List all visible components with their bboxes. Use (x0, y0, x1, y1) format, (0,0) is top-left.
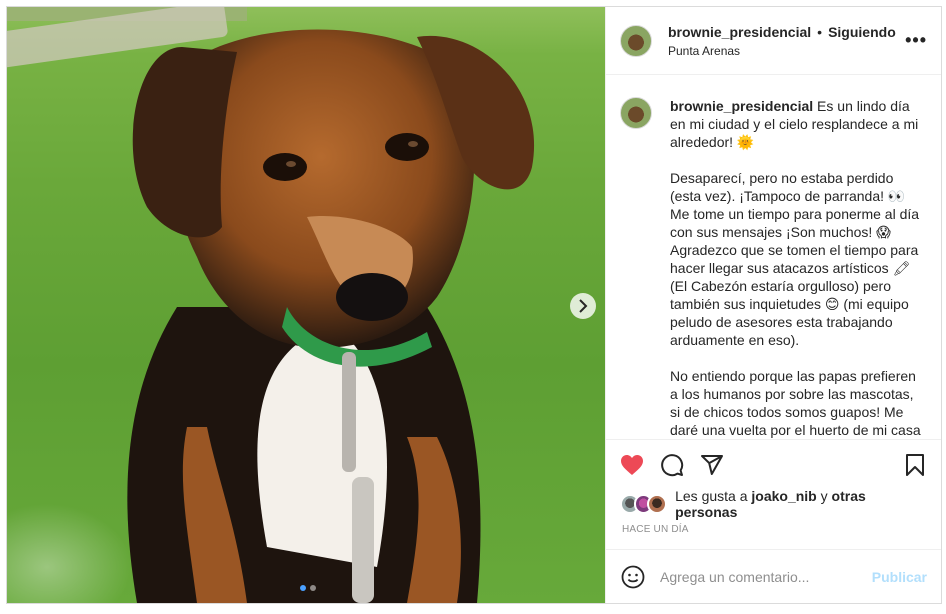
username-link[interactable]: brownie_presidencial (668, 24, 811, 40)
emoji-icon (621, 565, 645, 588)
likes-middle: y (816, 488, 832, 504)
likes-prefix: Les gusta a (675, 488, 752, 504)
separator: • (817, 23, 823, 40)
liker-avatar[interactable] (647, 494, 668, 514)
like-button[interactable] (618, 451, 646, 479)
avatar[interactable] (620, 24, 652, 57)
carousel-indicators (300, 585, 316, 591)
share-icon (701, 455, 723, 475)
action-bar (606, 440, 941, 490)
heart-icon (621, 455, 643, 475)
caption-username[interactable]: brownie_presidencial (670, 98, 813, 114)
post-header: brownie_presidencial • Siguiendo Punta A… (606, 7, 941, 75)
carousel-dot-2 (310, 585, 316, 591)
publish-button[interactable]: Publicar (872, 569, 927, 585)
save-button[interactable] (901, 451, 929, 479)
post-modal: brownie_presidencial • Siguiendo Punta A… (6, 6, 942, 604)
likes-text: Les gusta a joako_nib y otras personas (675, 488, 927, 520)
comment-box: Publicar (606, 549, 941, 603)
header-text: brownie_presidencial • Siguiendo Punta A… (668, 24, 905, 58)
dog-illustration (127, 29, 535, 603)
post-side-panel: brownie_presidencial • Siguiendo Punta A… (605, 7, 941, 603)
more-options-icon[interactable]: ••• (905, 30, 927, 51)
header-row: brownie_presidencial • Siguiendo (668, 24, 905, 40)
caption-text: Es un lindo día en mi ciudad y el cielo … (670, 98, 921, 438)
post-timestamp[interactable]: HACE UN DÍA (606, 518, 941, 549)
share-button[interactable] (698, 451, 726, 479)
liker-username-link[interactable]: joako_nib (751, 488, 816, 504)
caption-avatar[interactable] (620, 97, 652, 129)
carousel-next-button[interactable] (570, 293, 596, 319)
chevron-right-icon (579, 299, 588, 313)
bookmark-icon (906, 454, 924, 476)
likes-row: Les gusta a joako_nib y otras personas (606, 488, 941, 520)
post-photo[interactable] (7, 7, 605, 603)
location-link[interactable]: Punta Arenas (668, 44, 905, 58)
caption-text-block: brownie_presidencial Es un lindo día en … (670, 97, 924, 439)
comment-button[interactable] (658, 451, 686, 479)
comment-icon (661, 454, 684, 477)
following-button[interactable]: Siguiendo (828, 24, 896, 40)
carousel-dot-1 (300, 585, 306, 591)
emoji-button[interactable] (620, 564, 646, 590)
caption: brownie_presidencial Es un lindo día en … (620, 97, 927, 439)
caption-area[interactable]: brownie_presidencial Es un lindo día en … (606, 75, 941, 440)
comment-input[interactable] (660, 568, 872, 585)
